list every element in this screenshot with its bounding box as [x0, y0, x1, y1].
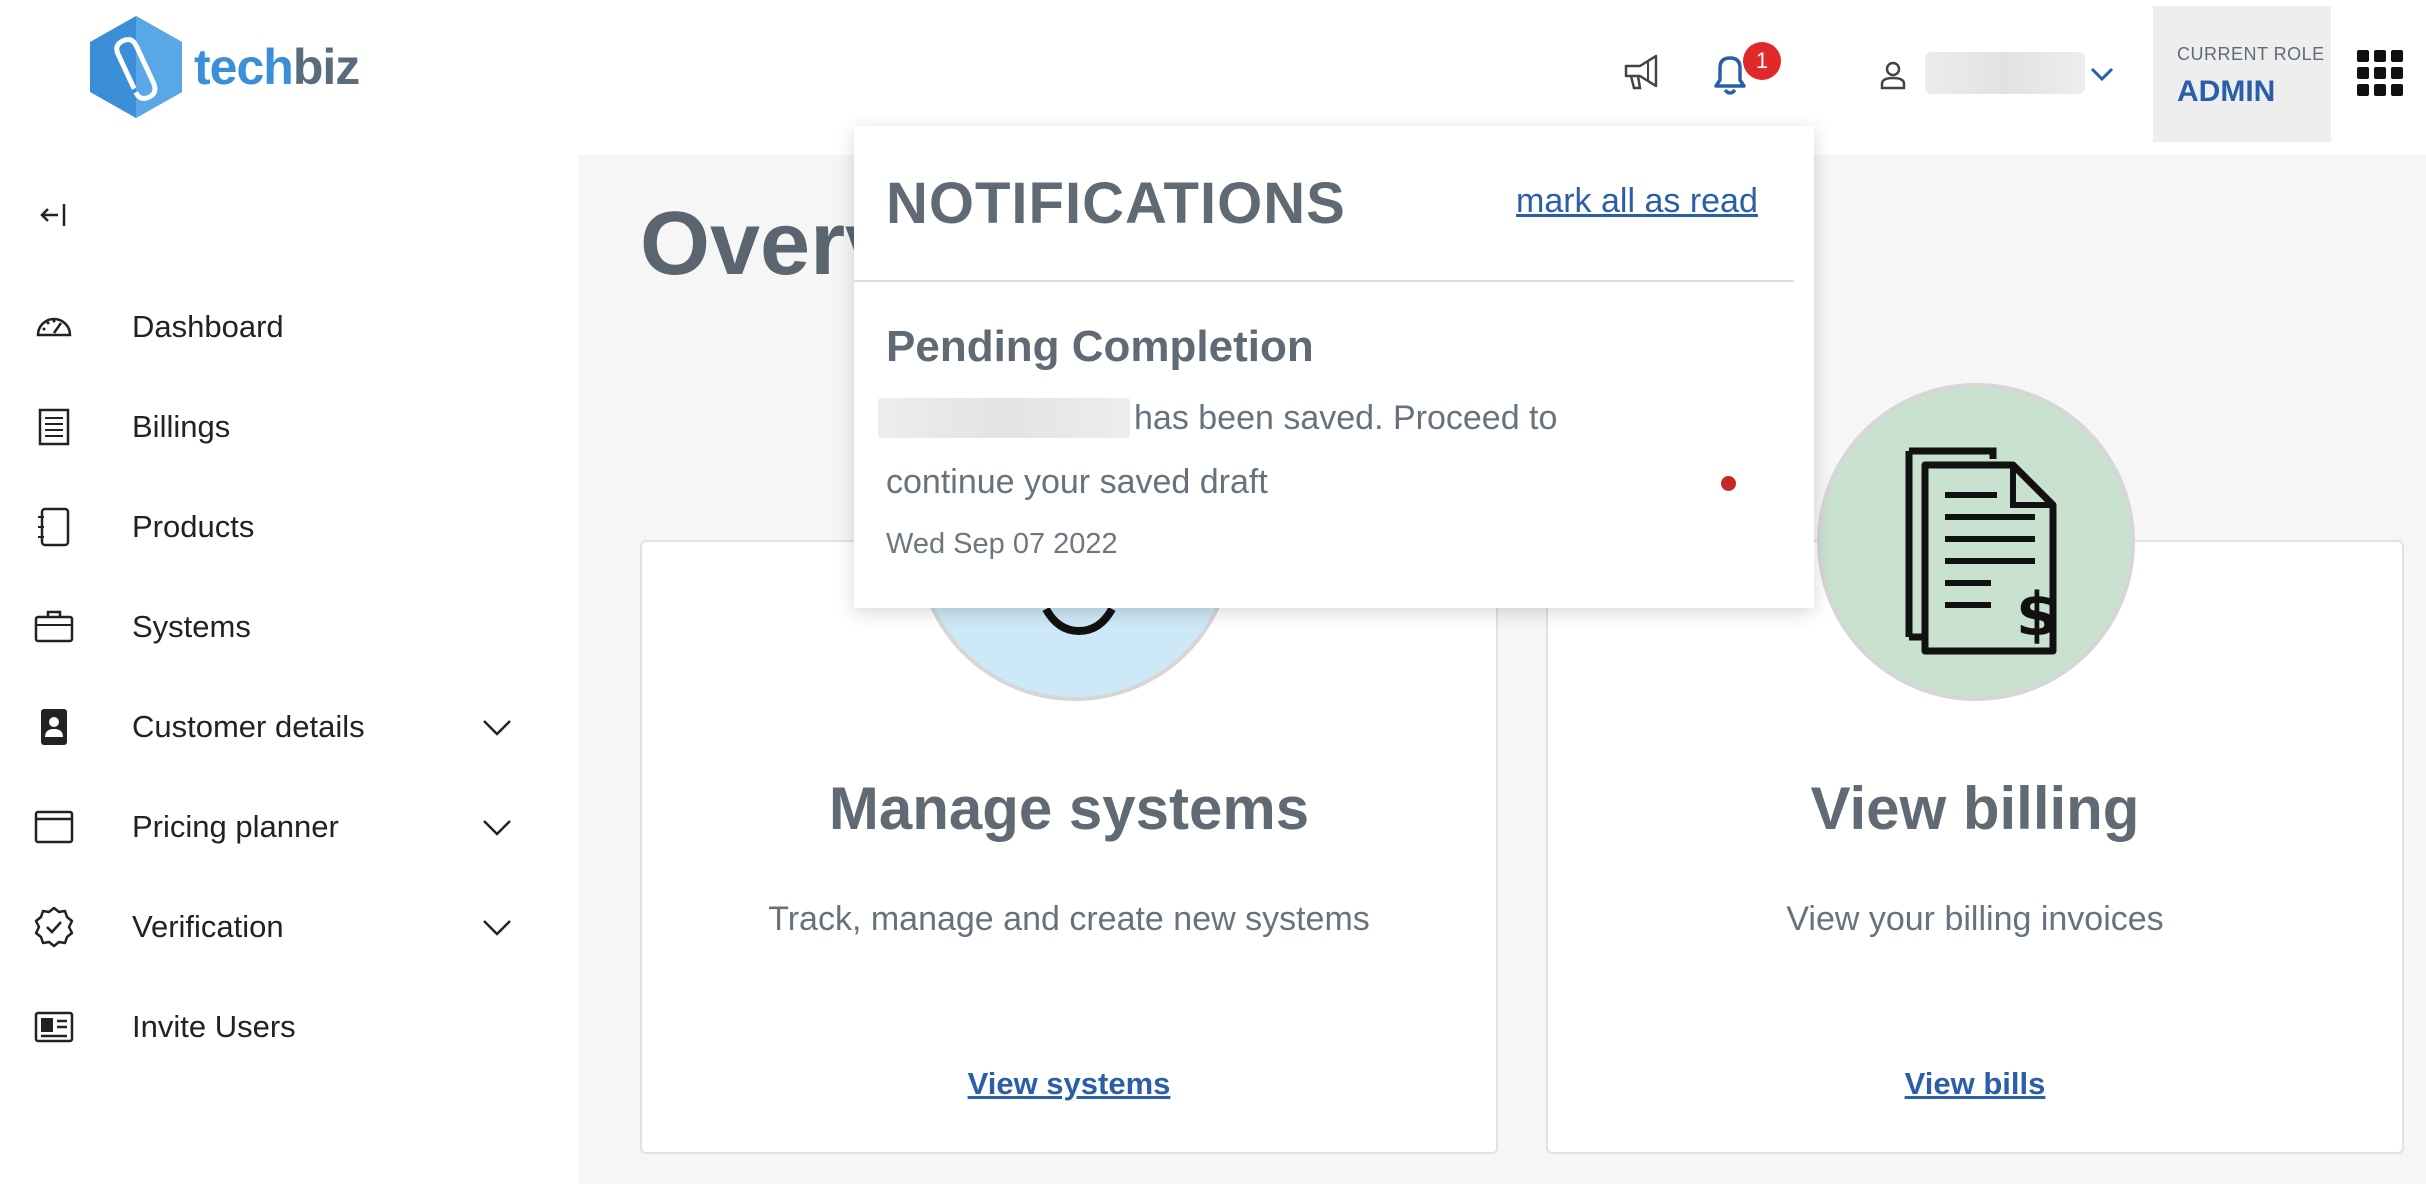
- collapse-sidebar-icon[interactable]: [38, 200, 68, 230]
- chevron-down-icon[interactable]: [480, 813, 514, 841]
- sidebar-item-pricing-planner[interactable]: Pricing planner: [30, 797, 530, 857]
- sidebar-item-label: Pricing planner: [132, 809, 339, 844]
- invoice-icon: $: [1905, 447, 2058, 655]
- card-title: View billing: [1810, 775, 2140, 842]
- notification-count-badge: 1: [1743, 42, 1781, 80]
- notifications-dropdown: NOTIFICATIONS mark all as read Pending C…: [854, 126, 1814, 608]
- view-systems-link[interactable]: View systems: [642, 1066, 1496, 1102]
- user-icon[interactable]: [1876, 58, 1910, 92]
- megaphone-icon[interactable]: [1620, 52, 1664, 92]
- sidebar-item-customer-details[interactable]: Customer details: [30, 697, 530, 757]
- sidebar-item-label: Systems: [132, 609, 251, 644]
- view-bills-link[interactable]: View bills: [1548, 1066, 2402, 1102]
- techbiz-logo[interactable]: techbiz: [86, 14, 360, 120]
- card-description: View your billing invoices: [1786, 900, 2164, 938]
- chevron-down-icon[interactable]: [480, 713, 514, 741]
- sidebar-item-label: Invite Users: [132, 1009, 296, 1044]
- billing-illustration-circle: $: [1817, 383, 2135, 701]
- receipt-icon: [38, 408, 70, 446]
- notification-text-continued: continue your saved draft: [886, 463, 1268, 501]
- sidebar-item-label: Dashboard: [132, 309, 284, 344]
- briefcase-icon: [34, 610, 74, 643]
- unread-dot: [1721, 476, 1736, 491]
- card-description: Track, manage and create new systems: [768, 900, 1370, 938]
- notification-subject-redacted: [878, 398, 1130, 438]
- chevron-down-icon[interactable]: [2088, 62, 2116, 86]
- verified-icon: [34, 906, 74, 948]
- current-role-value: ADMIN: [2177, 75, 2276, 108]
- user-name-redacted[interactable]: [1925, 52, 2085, 94]
- sidebar-item-label: Verification: [132, 909, 284, 944]
- sidebar-item-systems[interactable]: Systems: [30, 597, 530, 657]
- logo-paperclip-icon: [90, 16, 182, 118]
- id-card-icon: [34, 1011, 74, 1043]
- window-icon: [34, 810, 74, 844]
- card-title: Manage systems: [828, 775, 1310, 842]
- chevron-down-icon[interactable]: [480, 913, 514, 941]
- notebook-icon: [38, 507, 70, 547]
- app-grid-icon[interactable]: [2357, 50, 2403, 96]
- divider: [854, 280, 1794, 282]
- sidebar-item-products[interactable]: Products: [30, 497, 530, 557]
- mark-all-read-link[interactable]: mark all as read: [1516, 182, 1758, 221]
- sidebar-item-dashboard[interactable]: Dashboard: [30, 297, 530, 357]
- notifications-title: NOTIFICATIONS: [886, 171, 1346, 236]
- svg-text:$: $: [2016, 580, 2058, 650]
- gauge-icon: [36, 317, 72, 337]
- notification-date: Wed Sep 07 2022: [886, 528, 1118, 560]
- sidebar-item-invite-users[interactable]: Invite Users: [30, 997, 530, 1057]
- logo-text: techbiz: [194, 39, 360, 95]
- notification-text: has been saved. Proceed to: [1134, 399, 1558, 437]
- notification-title: Pending Completion: [886, 322, 1314, 371]
- sidebar-item-billings[interactable]: Billings: [30, 397, 530, 457]
- badge-icon: [41, 709, 67, 745]
- sidebar-item-label: Billings: [132, 409, 231, 444]
- sidebar: Dashboard Billings Products Systems Cust…: [0, 150, 578, 1184]
- sidebar-item-label: Products: [132, 509, 255, 544]
- sidebar-item-verification[interactable]: Verification: [30, 897, 530, 957]
- sidebar-item-label: Customer details: [132, 709, 365, 744]
- current-role-panel[interactable]: CURRENT ROLE ADMIN: [2153, 6, 2331, 142]
- current-role-label: CURRENT ROLE: [2177, 44, 2325, 64]
